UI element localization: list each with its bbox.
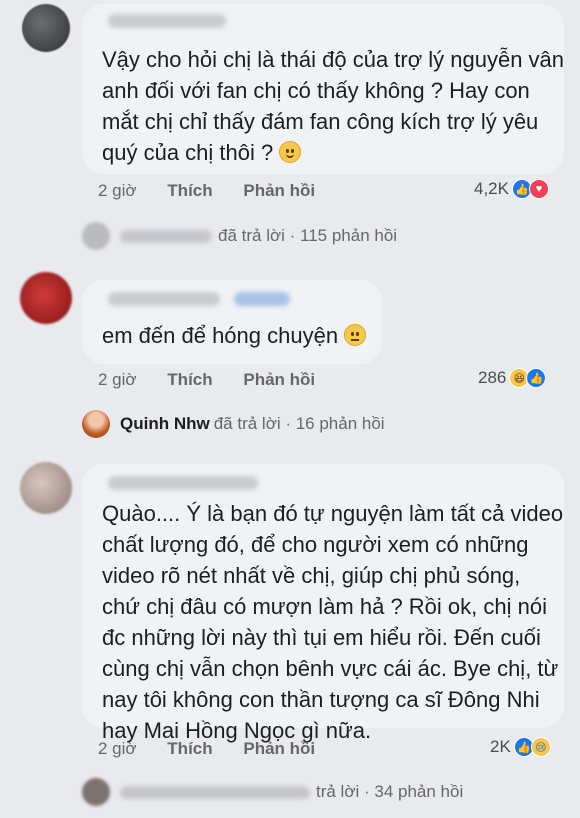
love-icon: ♥ xyxy=(528,179,549,199)
replier-name: Quinh Nhw xyxy=(120,414,210,433)
replier-avatar xyxy=(82,778,110,806)
reply-summary: đã trả lời · 115 phản hồi xyxy=(218,226,398,245)
reply-button[interactable]: Phản hồi xyxy=(243,739,315,758)
follow-tag-blurred[interactable] xyxy=(234,292,290,306)
replier-name-blurred xyxy=(120,229,212,243)
reaction-summary[interactable]: 286 😆 👍 xyxy=(478,368,547,388)
reaction-summary[interactable]: 2K 👍 😢 xyxy=(490,737,551,757)
replier-name-blurred xyxy=(120,785,310,799)
commenter-name-blurred[interactable] xyxy=(108,476,258,490)
reply-button[interactable]: Phản hồi xyxy=(243,181,315,200)
slightly-smiling-face-icon xyxy=(279,141,302,163)
comment-text-line: Quào.... Ý là bạn đó tự nguyện làm tất c… xyxy=(102,501,564,526)
comment-text-line: quý của chị thôi ? xyxy=(102,137,302,168)
like-button[interactable]: Thích xyxy=(167,739,212,758)
commenter-name-blurred[interactable] xyxy=(108,292,220,306)
comment-time[interactable]: 2 giờ xyxy=(98,181,137,200)
commenter-avatar[interactable] xyxy=(20,462,72,514)
comment-text-line: em đến để hóng chuyện xyxy=(102,320,367,351)
commenter-name-blurred[interactable] xyxy=(108,14,226,28)
like-icon: 👍 xyxy=(526,368,547,388)
comment-text-segment: quý của chị thôi ? xyxy=(102,140,274,165)
commenter-avatar[interactable] xyxy=(22,4,70,52)
like-button[interactable]: Thích xyxy=(167,181,212,200)
raised-eyebrow-face-icon xyxy=(344,324,367,346)
comment-text-line: chứ chị đâu có mượn làm hả ? Rồi ok, chị… xyxy=(102,594,547,619)
commenter-avatar[interactable] xyxy=(20,272,72,324)
reply-button[interactable]: Phản hồi xyxy=(243,370,315,389)
sad-icon: 😢 xyxy=(530,737,551,757)
like-button[interactable]: Thích xyxy=(167,370,212,389)
reaction-count: 2K xyxy=(490,737,511,756)
reaction-count: 286 xyxy=(478,368,507,387)
view-replies-link[interactable]: Quinh Nhw đã trả lời · 16 phản hồi xyxy=(82,410,385,438)
reaction-summary[interactable]: 4,2K 👍 ♥ xyxy=(474,179,549,199)
comment-text-line: anh đối với fan chị có thấy không ? Hay … xyxy=(102,78,530,103)
reply-summary: trả lời · 34 phản hồi xyxy=(316,782,464,801)
comment-actions: 2 giờ Thích Phản hồi xyxy=(98,181,341,201)
replier-avatar xyxy=(82,410,110,438)
comment-text-segment: em đến để hóng chuyện xyxy=(102,323,339,348)
replier-avatar xyxy=(82,222,110,250)
comment-text-line: cùng chị vẫn chọn bênh vực cái ác. Bye c… xyxy=(102,656,559,681)
comment-text-line: chất lượng đó, để cho người xem có những xyxy=(102,532,529,557)
comment-text-line: video rõ nét nhất về chị, giúp chị phủ s… xyxy=(102,563,521,588)
comment-time[interactable]: 2 giờ xyxy=(98,370,137,389)
comment-text-line: nay tôi không con thần tượng ca sĩ Đông … xyxy=(102,687,540,712)
reaction-count: 4,2K xyxy=(474,179,509,198)
comment-actions: 2 giờ Thích Phản hồi xyxy=(98,370,341,390)
view-replies-link[interactable]: trả lời · 34 phản hồi xyxy=(82,778,463,806)
comment-actions: 2 giờ Thích Phản hồi xyxy=(98,739,341,759)
comment-time[interactable]: 2 giờ xyxy=(98,739,137,758)
comment-text-line: đc những lời này thì tụi em hiểu rồi. Đế… xyxy=(102,625,541,650)
comment-text-line: Vậy cho hỏi chị là thái độ của trợ lý ng… xyxy=(102,47,565,72)
view-replies-link[interactable]: đã trả lời · 115 phản hồi xyxy=(82,222,397,250)
reply-summary: đã trả lời · 16 phản hồi xyxy=(213,414,385,433)
comment-text-line: mắt chị chỉ thấy đám fan công kích trợ l… xyxy=(102,109,539,134)
